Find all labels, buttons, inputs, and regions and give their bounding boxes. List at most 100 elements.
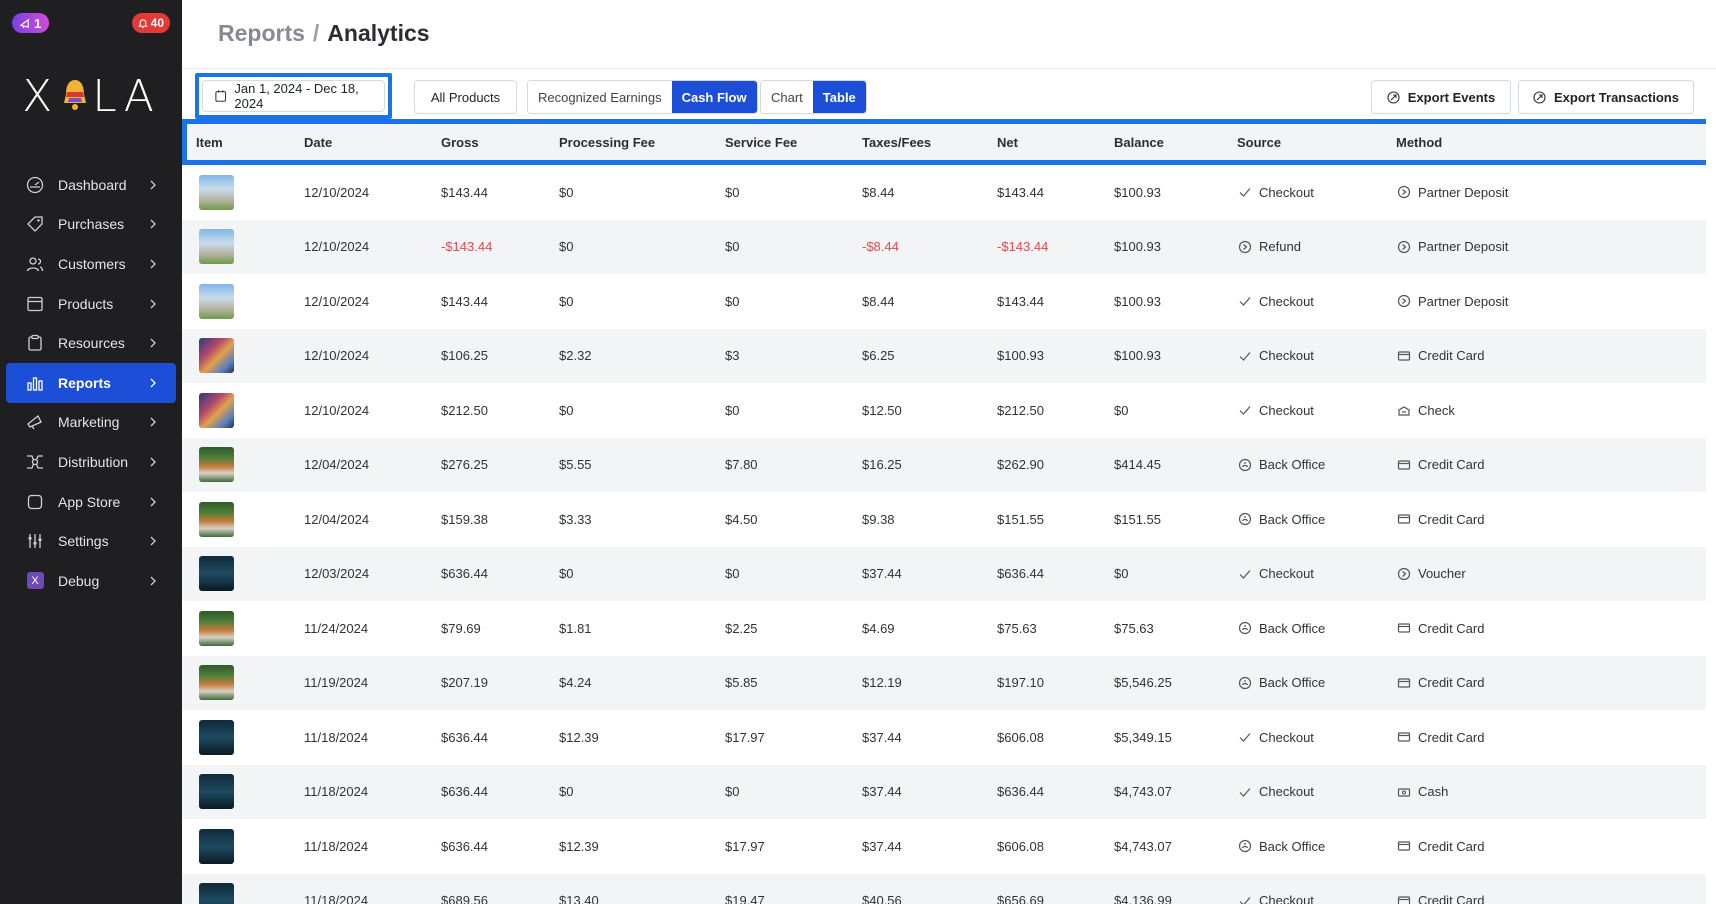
table-row[interactable]: 11/24/2024 $79.69 $1.81 $2.25 $4.69 $75.63 $75… (182, 601, 1716, 656)
display-mode-toggle: Chart Table (760, 80, 867, 114)
chart-option[interactable]: Chart (761, 81, 813, 113)
table-body: 12/10/2024 $143.44 $0 $0 $8.44 $143.44 $100.93… (182, 165, 1716, 904)
cell-service-fee: $0 (725, 293, 740, 309)
table-row[interactable]: 11/19/2024 $207.19 $4.24 $5.85 $12.19 $197.10… (182, 655, 1716, 710)
cell-gross: -$143.44 (441, 239, 493, 255)
column-header-net[interactable]: Net (997, 135, 1018, 150)
product-thumbnail[interactable] (199, 392, 234, 428)
cell-processing-fee: $12.39 (559, 838, 599, 854)
sidebar-item-purchases[interactable]: Purchases (6, 205, 176, 245)
cash-flow-option[interactable]: Cash Flow (671, 81, 757, 113)
cell-method: Check (1397, 403, 1455, 418)
sidebar-item-customers[interactable]: Customers (6, 244, 176, 284)
table-row[interactable]: 12/04/2024 $159.38 $3.33 $4.50 $9.38 $151.55 $… (182, 492, 1716, 547)
product-thumbnail[interactable] (199, 447, 234, 482)
cell-method: Credit Card (1397, 348, 1484, 363)
product-thumbnail[interactable] (199, 774, 234, 809)
cell-taxes: $8.44 (862, 293, 895, 309)
table-row[interactable]: 12/10/2024 $143.44 $0 $0 $8.44 $143.44 $100.93… (182, 274, 1716, 329)
notifications-badge[interactable]: 40 (131, 13, 170, 33)
column-header-service-fee[interactable]: Service Fee (725, 135, 797, 150)
checkmark-icon (1239, 896, 1251, 904)
cell-source: Checkout (1238, 185, 1314, 200)
cell-taxes: $9.38 (862, 511, 895, 527)
table-scrollbar[interactable] (1706, 119, 1716, 904)
product-thumbnail[interactable] (199, 174, 234, 210)
export-transactions-label: Export Transactions (1554, 89, 1679, 105)
table-row[interactable]: 12/10/2024 $106.25 $2.32 $3 $6.25 $100.93 $100… (182, 328, 1716, 383)
source-label: Checkout (1259, 893, 1314, 904)
cell-service-fee: $0 (725, 784, 740, 800)
sidebar-item-products[interactable]: Products (6, 284, 176, 324)
product-thumbnail[interactable] (199, 501, 234, 537)
table-row[interactable]: 12/03/2024 $636.44 $0 $0 $37.44 $636.44 $0 Chec… (182, 546, 1716, 601)
breadcrumb-separator: / (312, 20, 320, 46)
method-label: Credit Card (1418, 893, 1485, 904)
cell-net: $212.50 (997, 402, 1044, 418)
alerts-badge[interactable]: 1 (12, 13, 50, 33)
table-row[interactable]: 11/18/2024 $636.44 $12.39 $17.97 $37.44 $606.… (182, 710, 1716, 765)
table-header: Item Date Gross Processing Fee Service F… (182, 119, 1716, 165)
column-header-gross[interactable]: Gross (441, 135, 479, 150)
table-row[interactable]: 12/10/2024 -$143.44 $0 $0 -$8.44 -$143.44 $100… (182, 219, 1716, 274)
product-thumbnail[interactable] (199, 338, 234, 373)
source-label: Checkout (1259, 348, 1314, 364)
xola-logo[interactable]: X LA (0, 71, 182, 122)
table-row[interactable]: 12/10/2024 $212.50 $0 $0 $12.50 $212.50 $0 Chec… (182, 383, 1716, 438)
sidebar-item-debug[interactable]: X Debug (6, 561, 176, 601)
product-thumbnail[interactable] (199, 283, 234, 319)
sidebar-item-marketing[interactable]: Marketing (6, 403, 176, 443)
product-thumbnail[interactable] (199, 828, 234, 864)
sidebar-item-label: Products (58, 295, 114, 312)
product-thumbnail[interactable] (199, 556, 234, 591)
method-label: Credit Card (1418, 675, 1485, 691)
export-transactions-button[interactable]: Export Transactions (1518, 80, 1694, 114)
column-header-processing-fee[interactable]: Processing Fee (559, 135, 655, 150)
sidebar-item-app-store[interactable]: App Store (6, 482, 176, 522)
table-option[interactable]: Table (812, 81, 866, 113)
cell-service-fee: $0 (725, 566, 740, 582)
checkmark-icon (1239, 406, 1251, 416)
column-header-item[interactable]: Item (196, 135, 223, 150)
sliders-icon (26, 532, 44, 550)
cell-net: $151.55 (997, 511, 1044, 527)
column-header-date[interactable]: Date (304, 135, 332, 150)
table-row[interactable]: 11/18/2024 $636.44 $12.39 $17.97 $37.44 $606.… (182, 819, 1716, 874)
cell-service-fee: $0 (725, 402, 740, 418)
product-thumbnail[interactable] (199, 665, 234, 700)
column-header-source[interactable]: Source (1237, 135, 1281, 150)
date-range-picker[interactable]: Jan 1, 2024 - Dec 18, 2024 (202, 80, 385, 112)
table-row[interactable]: 11/18/2024 $689.56 $13.40 $19.47 $40.56 $656.… (182, 873, 1716, 904)
cell-taxes: $37.44 (862, 838, 902, 854)
product-thumbnail[interactable] (199, 719, 234, 755)
logo-bell-icon (64, 80, 87, 110)
debug-icon: X (26, 572, 44, 590)
column-header-method[interactable]: Method (1396, 135, 1442, 150)
sidebar-item-settings[interactable]: Settings (6, 521, 176, 561)
table-row[interactable]: 12/04/2024 $276.25 $5.55 $7.80 $16.25 $262.90… (182, 437, 1716, 492)
chevron-right-icon (150, 536, 156, 546)
export-icon (1533, 90, 1546, 104)
breadcrumb-reports-link[interactable]: Reports (218, 20, 305, 46)
sidebar-item-resources[interactable]: Resources (6, 323, 176, 363)
cell-source: Refund (1238, 239, 1301, 254)
export-events-button[interactable]: Export Events (1371, 80, 1511, 114)
column-header-taxes-fees[interactable]: Taxes/Fees (862, 135, 931, 150)
cell-balance: $5,349.15 (1114, 729, 1172, 745)
product-thumbnail[interactable] (199, 229, 234, 264)
cell-net: -$143.44 (997, 239, 1049, 255)
table-row[interactable]: 12/10/2024 $143.44 $0 $0 $8.44 $143.44 $100.93… (182, 165, 1716, 220)
cell-source: Checkout (1238, 348, 1314, 363)
recognized-earnings-option[interactable]: Recognized Earnings (528, 81, 672, 113)
product-filter-button[interactable]: All Products (414, 80, 517, 114)
product-thumbnail[interactable] (199, 610, 234, 646)
product-thumbnail[interactable] (199, 883, 234, 904)
network-icon (26, 453, 44, 471)
sidebar-item-reports[interactable]: Reports (6, 362, 176, 403)
table-row[interactable]: 11/18/2024 $636.44 $0 $0 $37.44 $636.44 $4,743… (182, 764, 1716, 819)
bar-chart-icon (26, 374, 44, 392)
cell-method: Credit Card (1397, 621, 1484, 636)
sidebar-item-distribution[interactable]: Distribution (6, 442, 176, 482)
column-header-balance[interactable]: Balance (1114, 135, 1164, 150)
sidebar-item-dashboard[interactable]: Dashboard (6, 165, 176, 205)
